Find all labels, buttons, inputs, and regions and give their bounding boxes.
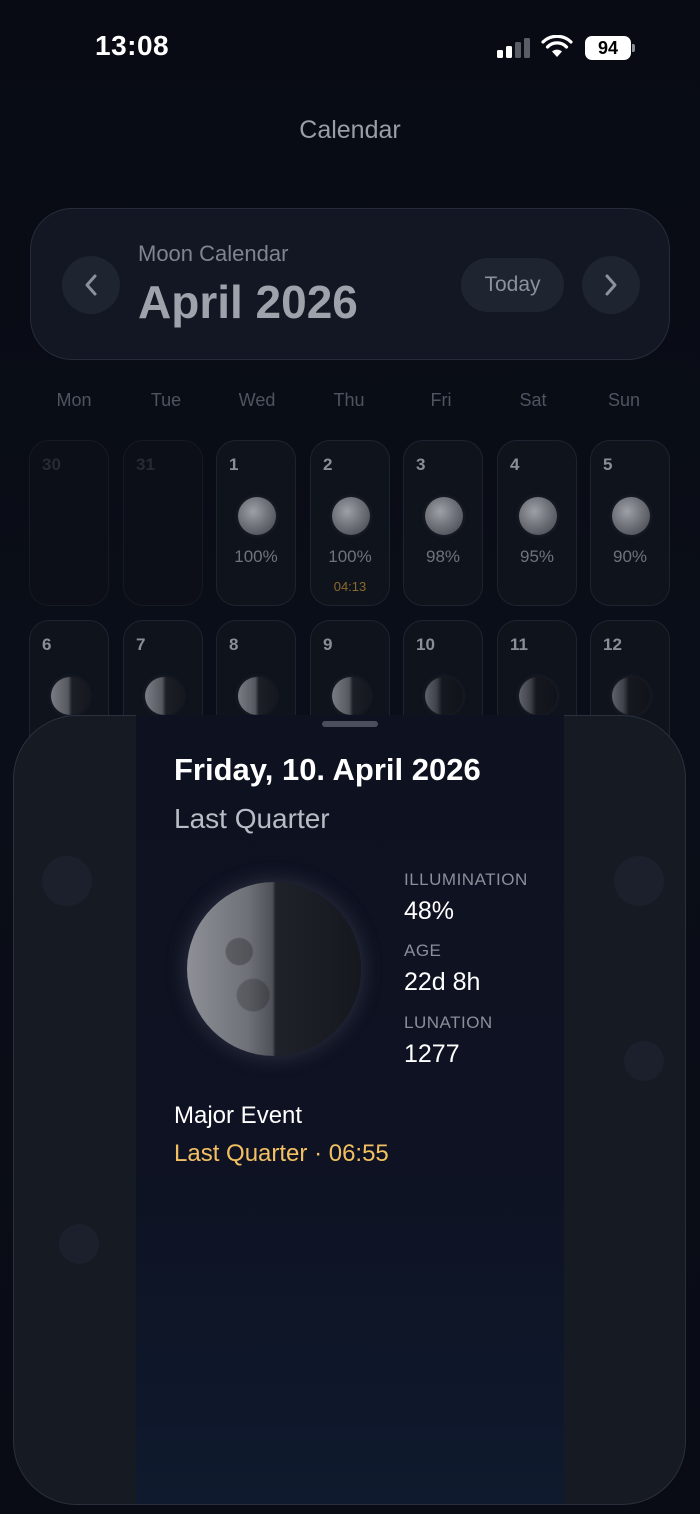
day-number: 1 xyxy=(229,455,239,474)
moon-phase-icon xyxy=(238,677,276,715)
weekday-sun: Sun xyxy=(607,390,641,410)
page-title: Calendar xyxy=(299,116,401,144)
illumination-percent: 95% xyxy=(519,547,555,566)
header-subtitle: Moon Calendar xyxy=(138,241,289,266)
day-cell[interactable]: 4 95% xyxy=(497,440,577,606)
month-title: April 2026 xyxy=(138,276,358,328)
age-value: 22d 8h xyxy=(404,968,481,996)
battery-tip xyxy=(632,44,635,52)
moon-phase-icon xyxy=(425,677,463,715)
day-number: 10 xyxy=(416,635,435,654)
detail-date: Friday, 10. April 2026 xyxy=(174,752,481,787)
moon-phase-icon xyxy=(145,677,183,715)
day-number: 8 xyxy=(229,635,239,654)
weekday-tue: Tue xyxy=(150,390,182,410)
next-month-button[interactable] xyxy=(582,256,640,314)
weekday-mon: Mon xyxy=(56,390,92,410)
month-header-card: Moon Calendar April 2026 Today xyxy=(30,208,670,360)
moon-phase-icon xyxy=(238,497,276,535)
day-cell[interactable]: 5 90% xyxy=(590,440,670,606)
lunation-value: 1277 xyxy=(404,1040,460,1068)
cellular-signal-icon xyxy=(497,38,530,58)
day-cell[interactable]: 31 xyxy=(123,440,203,606)
previous-month-button[interactable] xyxy=(62,256,120,314)
blurred-moon xyxy=(624,1041,664,1081)
weekday-thu: Thu xyxy=(333,390,365,410)
chevron-left-icon xyxy=(85,274,97,296)
day-cell[interactable]: 1 100% xyxy=(216,440,296,606)
day-cell[interactable]: 2 100% 04:13 xyxy=(310,440,390,606)
lunation-label: LUNATION xyxy=(404,1013,493,1032)
illumination-percent: 100% xyxy=(328,547,372,566)
illumination-value: 48% xyxy=(404,897,455,925)
detail-phase-name: Last Quarter xyxy=(174,803,330,834)
moon-phase-large-icon xyxy=(187,882,361,1056)
moon-phase-icon xyxy=(332,497,370,535)
moon-phase-icon xyxy=(519,497,557,535)
blurred-moon xyxy=(42,856,92,906)
day-number: 3 xyxy=(416,455,426,474)
major-event-title: Major Event xyxy=(174,1102,303,1129)
weekday-sat: Sat xyxy=(519,390,547,410)
today-button[interactable]: Today xyxy=(461,258,564,312)
moon-phase-icon xyxy=(519,677,557,715)
blurred-moon xyxy=(59,1224,99,1264)
weekday-fri: Fri xyxy=(430,390,452,410)
moon-phase-icon xyxy=(612,677,650,715)
blurred-moon xyxy=(614,856,664,906)
day-number: 31 xyxy=(136,455,155,474)
illumination-percent: 98% xyxy=(425,547,461,566)
day-number: 6 xyxy=(42,635,52,654)
illumination-percent: 100% xyxy=(234,547,278,566)
day-cell[interactable]: 3 98% xyxy=(403,440,483,606)
age-label: AGE xyxy=(404,941,442,960)
battery-icon: 94 xyxy=(585,36,631,60)
moon-phase-icon xyxy=(51,677,89,715)
day-number: 7 xyxy=(136,635,146,654)
moon-phase-icon xyxy=(425,497,463,535)
sheet-grabber-handle[interactable] xyxy=(322,721,378,727)
wifi-icon xyxy=(541,35,573,57)
major-event-value: Last Quarter · 06:55 xyxy=(174,1140,389,1167)
day-number: 9 xyxy=(323,635,333,654)
day-number: 5 xyxy=(603,455,613,474)
chevron-right-icon xyxy=(605,274,617,296)
illumination-percent: 90% xyxy=(612,547,648,566)
day-number: 12 xyxy=(603,635,622,654)
day-number: 30 xyxy=(42,455,61,474)
day-cell[interactable]: 30 xyxy=(29,440,109,606)
day-number: 11 xyxy=(510,635,528,654)
illumination-label: ILLUMINATION xyxy=(404,870,528,889)
weekday-wed: Wed xyxy=(238,390,276,410)
status-time: 13:08 xyxy=(95,30,170,61)
moon-phase-icon xyxy=(332,677,370,715)
day-number: 4 xyxy=(510,455,520,474)
moon-phase-icon xyxy=(612,497,650,535)
day-number: 2 xyxy=(323,455,333,474)
event-time: 04:13 xyxy=(333,579,367,594)
